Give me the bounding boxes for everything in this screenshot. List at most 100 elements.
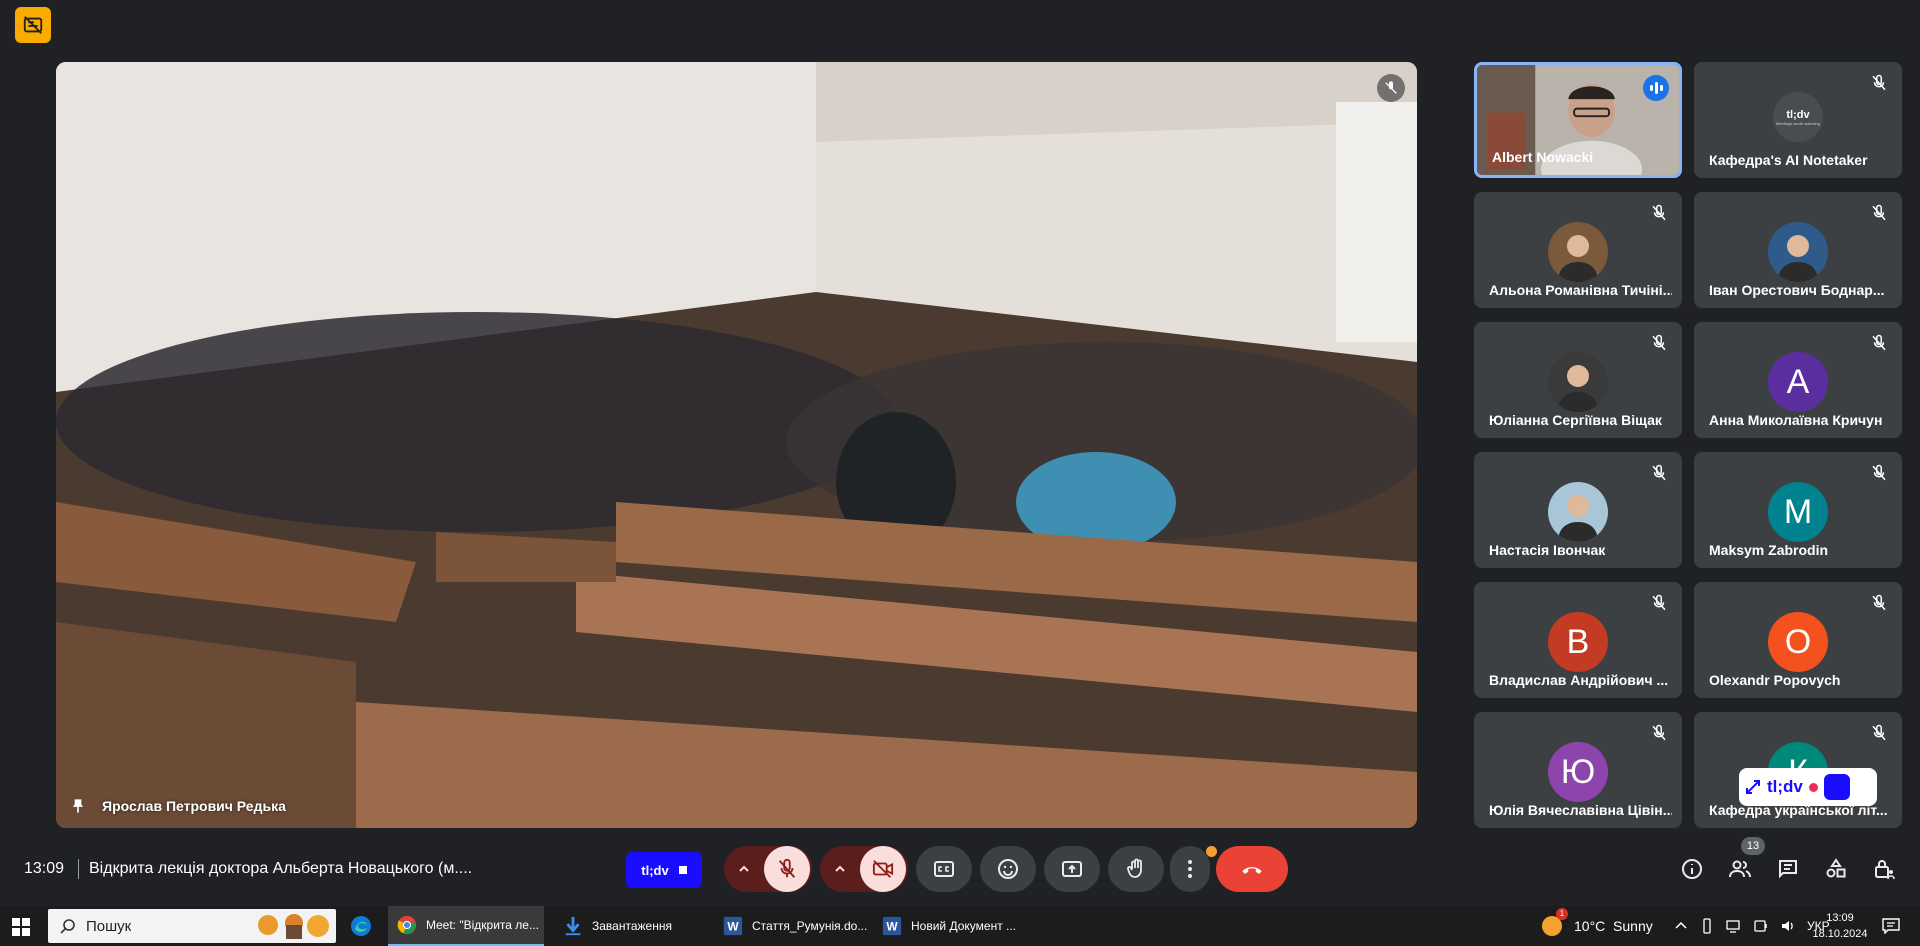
volume-icon[interactable] [1780,918,1796,934]
notification-dot [1206,846,1217,857]
info-icon [1682,859,1702,879]
avatar [1548,222,1608,282]
windows-start-icon[interactable] [12,918,30,936]
mic-off-icon [1377,74,1405,102]
end-call-icon [1242,867,1262,874]
participant-tile[interactable]: Юліанна Сергіївна Віщак [1474,322,1682,438]
raise-hand-button[interactable] [1108,846,1164,892]
mic-off-icon [1650,334,1668,352]
chat-button[interactable] [1770,851,1806,887]
taskbar-time: 13:09 [1826,912,1854,924]
network-icon[interactable] [1726,918,1742,934]
participant-tile[interactable]: В Владислав Андрійович ... [1474,582,1682,698]
present-screen-button[interactable] [1044,846,1100,892]
search-icon [60,919,75,934]
participant-tile[interactable]: А Анна Миколаївна Кричун [1694,322,1902,438]
leave-call-button[interactable] [1216,846,1288,892]
expand-icon[interactable] [1745,779,1761,795]
mic-off-icon [1650,464,1668,482]
edge-browser-icon[interactable] [349,914,373,938]
weather-widget[interactable]: 1 10°C Sunny [1542,906,1653,946]
mic-off-icon [1870,724,1888,742]
avatar: А [1768,352,1828,412]
svg-text:W: W [727,920,739,934]
main-speaker-name: Ярослав Петрович Редька [102,798,286,814]
mic-off-icon [1870,594,1888,612]
mic-off-icon [1870,204,1888,222]
participant-tile[interactable]: tl;dv Meetings worth watching Кафедра's AI… [1694,62,1902,178]
participant-tile[interactable]: Ю Юлія Вячеславівна Цівін... [1474,712,1682,828]
classroom-video-frame [56,62,1417,828]
taskbar-app-label: Стаття_Румунія.do... [752,919,868,933]
participant-tile[interactable]: O Olexandr Popovych [1694,582,1902,698]
search-highlight-autumn-icon [258,914,329,939]
present-screen-icon [1062,861,1082,877]
usb-drive-icon[interactable] [1699,918,1715,934]
participant-name: Анна Миколаївна Кричун [1709,412,1883,428]
taskbar-app[interactable]: W Новий Документ ... [873,906,1023,946]
participant-name: Альона Романівна Тичіні... [1489,282,1672,298]
participant-tile[interactable]: M Maksym Zabrodin [1694,452,1902,568]
mic-off-icon [1650,204,1668,222]
speaking-indicator-icon [1643,75,1669,101]
reactions-button[interactable] [980,846,1036,892]
activities-button[interactable] [1818,851,1854,887]
taskbar-app-label: Новий Документ ... [911,919,1017,933]
participant-name: Юлія Вячеславівна Цівін... [1489,802,1672,818]
participant-name: Іван Орестович Боднар... [1709,282,1885,298]
ai-assistant-icon[interactable] [1823,774,1850,800]
participant-name: Maksym Zabrodin [1709,542,1829,558]
camera-control [820,846,908,892]
taskbar-search-input[interactable]: Пошук [48,909,336,943]
download-icon [562,915,584,937]
taskbar-app[interactable]: Meet: "Відкрита ле... [388,906,544,946]
more-vert-icon [1188,860,1192,878]
mic-off-icon [1650,594,1668,612]
participant-name: Olexandr Popovych [1709,672,1841,688]
participant-tile[interactable]: Альона Романівна Тичіні... [1474,192,1682,308]
chat-icon [1779,860,1797,879]
taskbar-app-label: Завантаження [592,919,672,933]
weather-alert-badge: 1 [1556,908,1568,920]
captions-button[interactable] [916,846,972,892]
chrome-icon [396,914,418,936]
lock-person-icon [1875,860,1895,880]
mic-toggle-button[interactable] [764,846,810,892]
mic-off-icon [1870,334,1888,352]
avatar [1768,222,1828,282]
battery-icon[interactable] [1753,918,1769,934]
meeting-details-button[interactable] [1674,851,1710,887]
show-hidden-icons-chevron-up-icon[interactable] [1674,919,1688,933]
host-controls-button[interactable] [1866,851,1902,887]
weather-text: 10°C Sunny [1574,918,1653,934]
camera-toggle-button[interactable] [860,846,906,892]
microphone-control [724,846,812,892]
participant-tile[interactable]: Іван Орестович Боднар... [1694,192,1902,308]
taskbar-app[interactable]: Завантаження [554,906,704,946]
camera-options-chevron-up-icon[interactable] [820,846,860,892]
people-button[interactable] [1722,851,1758,887]
word-icon: W [722,915,744,937]
more-options-button[interactable] [1170,846,1210,892]
taskbar-clock[interactable]: 13:09 18.10.2024 [1808,910,1872,942]
tldv-recording-button[interactable]: tl;dv [626,852,702,888]
tldv-widget-label: tl;dv [1767,777,1803,796]
notifications-icon[interactable] [1882,918,1900,934]
mic-off-icon [1870,464,1888,482]
pin-icon[interactable] [68,796,88,816]
participant-tile[interactable]: Albert Nowacki [1474,62,1682,178]
taskbar-date: 18.10.2024 [1812,928,1868,940]
mic-options-chevron-up-icon[interactable] [724,846,764,892]
mic-off-icon [778,858,796,878]
hand-icon [1127,858,1142,878]
stop-icon [678,866,687,874]
taskbar-app[interactable]: W Стаття_Румунія.do... [714,906,868,946]
main-speaker-video[interactable]: Ярослав Петрович Редька [56,62,1417,828]
svg-text:W: W [886,920,898,934]
tldv-recorder-widget[interactable]: tl;dv [1739,768,1877,806]
system-tray: УКР [1674,906,1830,946]
camera-off-badge-icon[interactable] [15,7,51,43]
camera-off-icon [872,860,894,878]
participant-tile[interactable]: Настасія Івончак [1474,452,1682,568]
emoji-icon [998,859,1018,879]
